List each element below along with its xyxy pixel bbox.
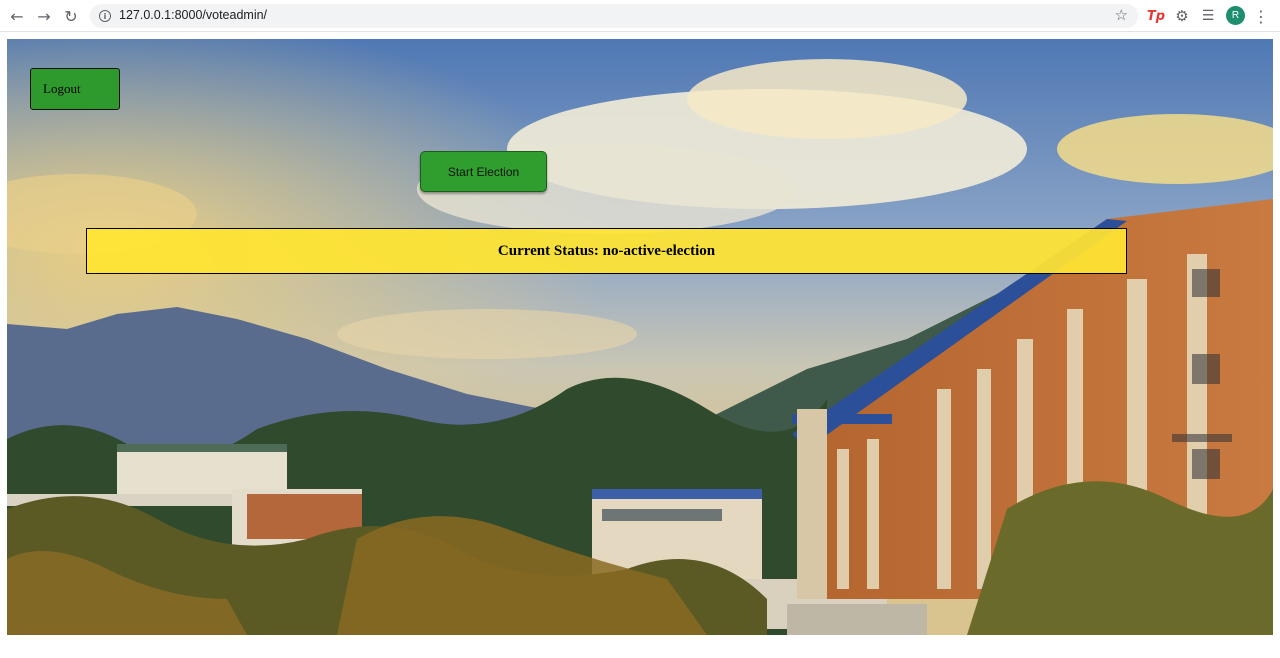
profile-avatar[interactable]: R xyxy=(1226,6,1245,25)
current-status-banner: Current Status: no-active-election xyxy=(86,228,1127,274)
info-icon[interactable]: i xyxy=(99,10,111,22)
address-bar[interactable]: i 127.0.0.1:8000/voteadmin/ ☆ xyxy=(90,4,1138,28)
logout-button[interactable]: Logout xyxy=(30,68,120,110)
playlist-icon[interactable]: ☰ xyxy=(1198,6,1218,26)
puzzle-icon[interactable]: ⚙ xyxy=(1172,6,1192,26)
reload-icon[interactable]: ↻ xyxy=(60,6,82,28)
campus-background-image xyxy=(7,39,1273,635)
page-viewport: Logout Start Election Current Status: no… xyxy=(7,39,1273,635)
arrow-left-icon[interactable]: ← xyxy=(6,6,28,28)
kebab-menu-icon[interactable]: ⋮ xyxy=(1252,6,1270,26)
url-text[interactable]: 127.0.0.1:8000/voteadmin/ xyxy=(119,8,267,22)
arrow-right-icon[interactable]: → xyxy=(33,6,55,28)
star-icon[interactable]: ☆ xyxy=(1115,6,1128,24)
tp-extension-icon[interactable]: Tp xyxy=(1146,6,1166,26)
browser-toolbar: ← → ↻ i 127.0.0.1:8000/voteadmin/ ☆ Tp ⚙… xyxy=(0,0,1280,32)
start-election-button[interactable]: Start Election xyxy=(420,151,547,192)
